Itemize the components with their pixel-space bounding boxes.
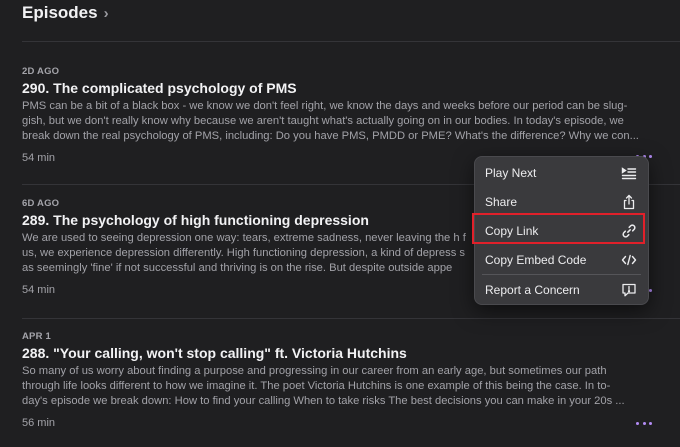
menu-item-report-concern[interactable]: Report a Concern [476, 275, 647, 304]
link-icon [621, 223, 637, 239]
dot [642, 421, 646, 425]
context-menu: Play Next Share Copy Link Copy Embed Cod… [474, 156, 649, 305]
menu-item-play-next[interactable]: Play Next [476, 158, 647, 187]
code-icon [621, 252, 637, 268]
more-options-button[interactable] [636, 418, 652, 428]
report-icon [621, 282, 637, 298]
episode-date: APR 1 [22, 331, 51, 342]
menu-item-label: Share [485, 194, 518, 209]
divider [22, 318, 680, 319]
episodes-title: Episodes [22, 3, 98, 22]
menu-item-label: Play Next [485, 165, 537, 180]
menu-item-label: Report a Concern [485, 282, 580, 297]
play-next-icon [621, 165, 637, 181]
chevron-right-icon: › [103, 4, 109, 22]
divider [22, 41, 680, 42]
menu-item-share[interactable]: Share [476, 187, 647, 216]
episode-duration: 56 min [22, 417, 56, 429]
episode-date: 2D AGO [22, 66, 60, 77]
episode-item[interactable]: 2D AGO 290. The complicated psychology o… [22, 66, 660, 164]
dot [649, 421, 652, 425]
episode-description: PMS can be a bit of a black box - we kno… [22, 100, 639, 142]
dot [636, 421, 639, 425]
menu-item-label: Copy Embed Code [485, 252, 587, 267]
menu-item-label: Copy Link [485, 223, 539, 238]
menu-item-copy-link[interactable]: Copy Link [476, 216, 647, 245]
episode-description: So many of us worry about finding a purp… [22, 365, 625, 407]
episode-title[interactable]: 288. "Your calling, won't stop calling" … [22, 344, 660, 362]
episode-title[interactable]: 290. The complicated psychology of PMS [22, 79, 660, 97]
share-icon [621, 194, 637, 210]
episode-item[interactable]: APR 1 288. "Your calling, won't stop cal… [22, 331, 660, 429]
dot [649, 154, 652, 158]
dot [649, 288, 652, 292]
episodes-header[interactable]: Episodes › [22, 3, 109, 23]
menu-item-copy-embed-code[interactable]: Copy Embed Code [476, 245, 647, 274]
